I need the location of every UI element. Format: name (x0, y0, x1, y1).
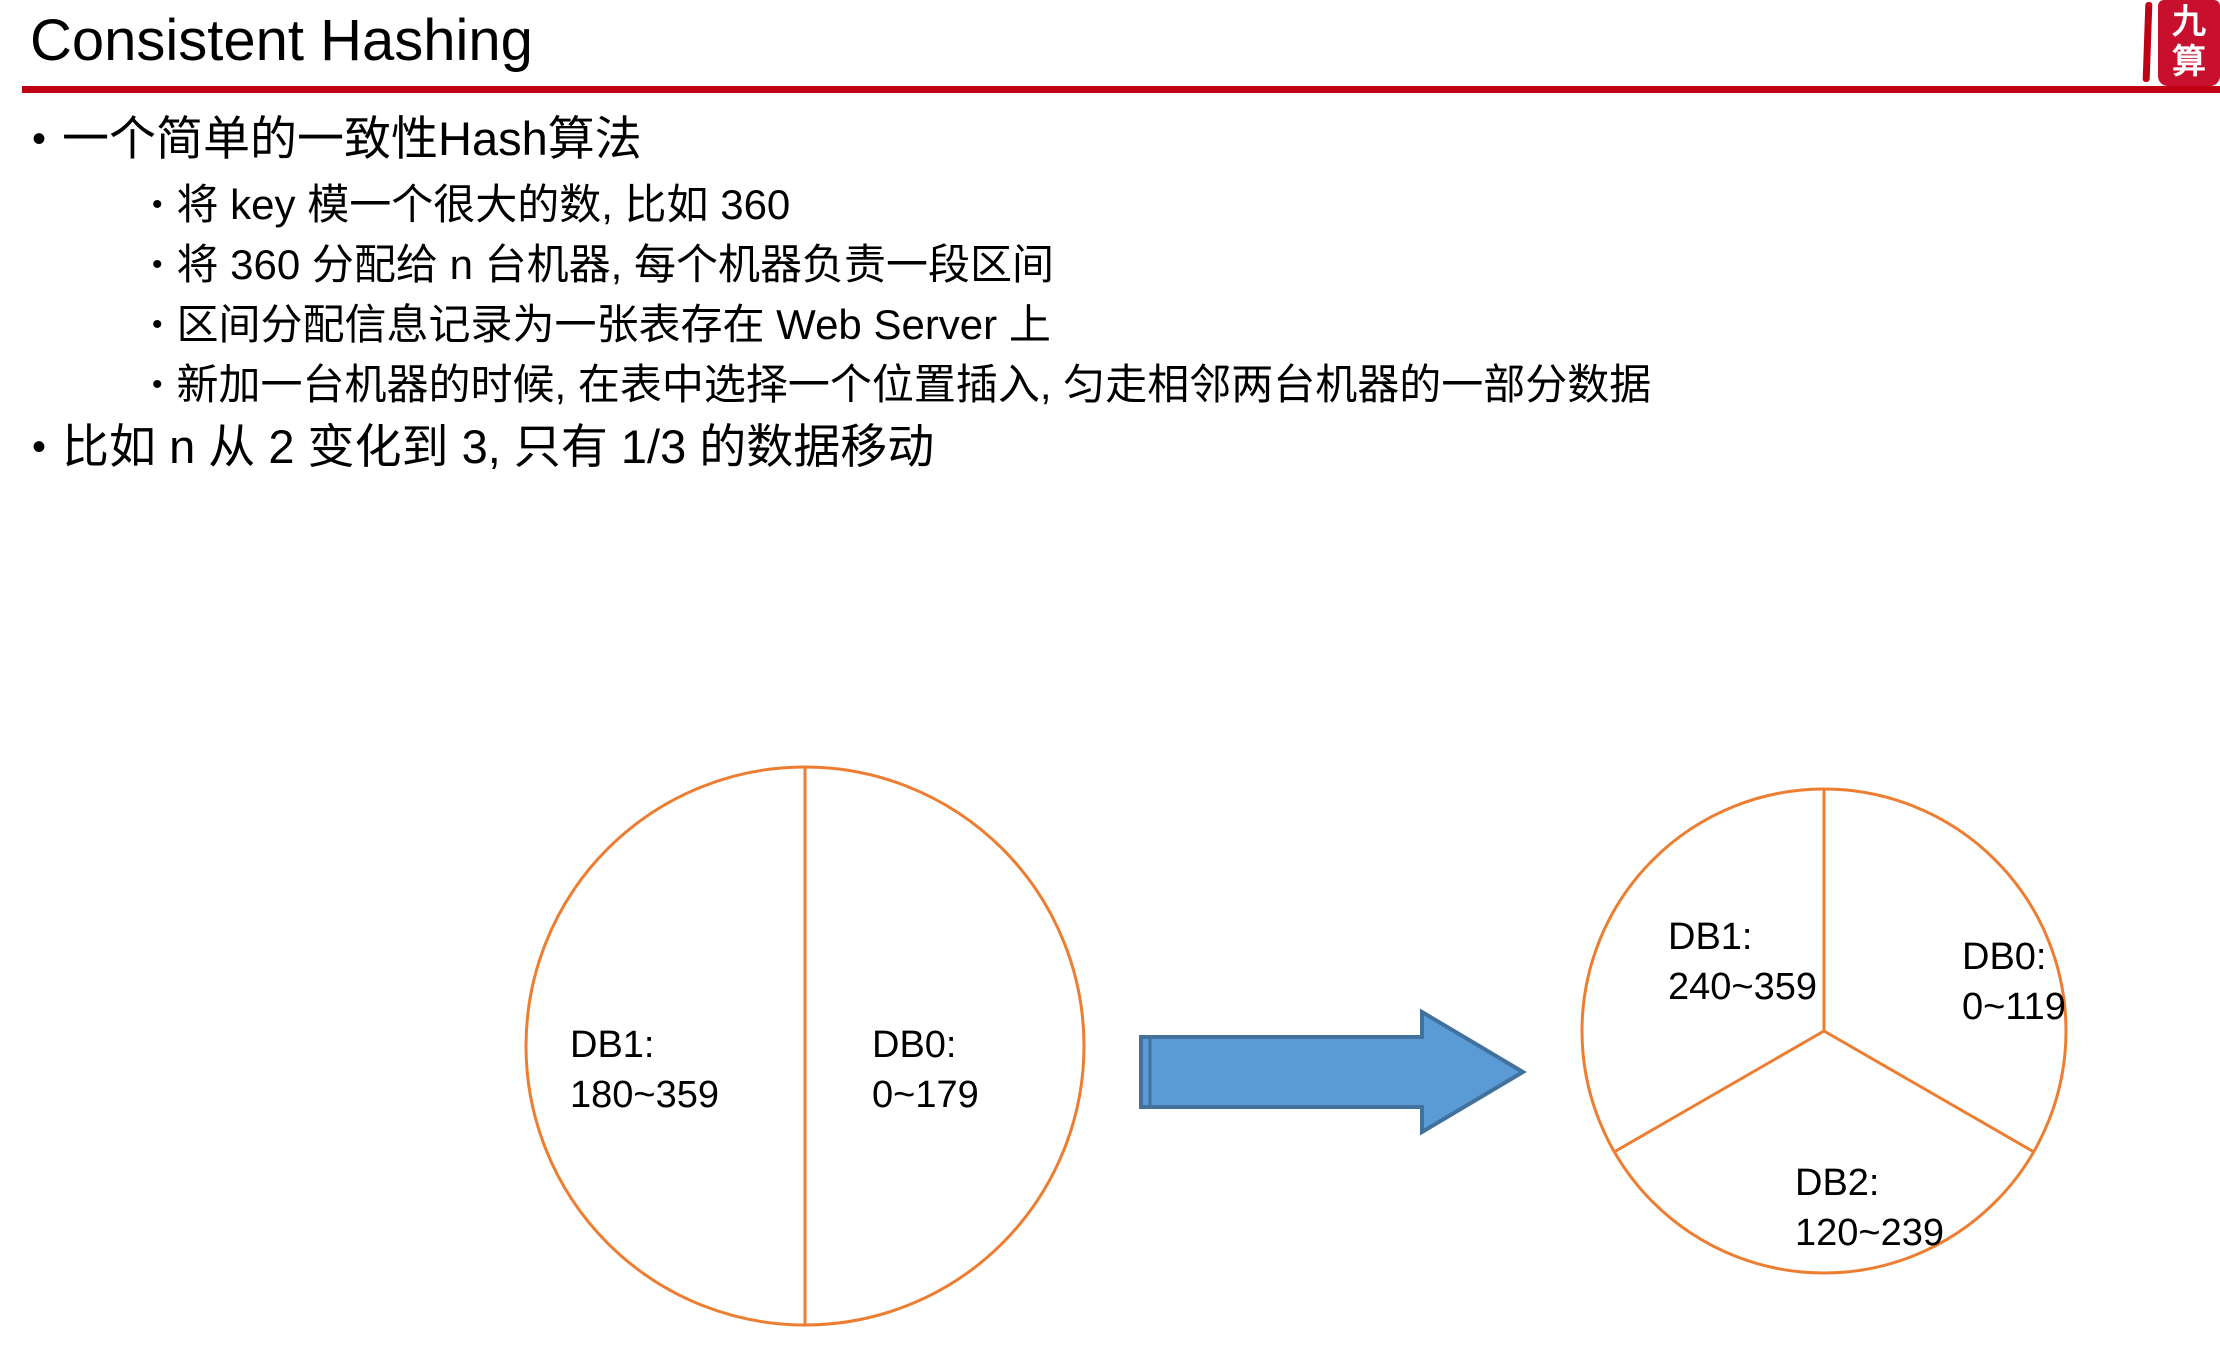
logo-char-bottom: 算 (2172, 42, 2206, 82)
logo-seal-block: 九 算 (2158, 0, 2220, 86)
title-divider-rule (22, 86, 2220, 93)
pie-after-divider-lower-right (1823, 1029, 2035, 1154)
bullet-marker-icon: • (32, 425, 47, 469)
page-title: Consistent Hashing (30, 8, 533, 73)
bullet-text: 新加一台机器的时候, 在表中选择一个位置插入, 匀走相邻两台机器的一部分数据 (176, 361, 1652, 408)
pie-label-range: 180~359 (570, 1074, 719, 1116)
bullet-item: • 区间分配信息记录为一张表存在 Web Server 上 (0, 296, 2200, 354)
pie-label-range: 120~239 (1795, 1212, 1944, 1254)
pie-label-name: DB0: (872, 1024, 957, 1066)
bullet-text: 一个简单的一致性Hash算法 (62, 112, 642, 165)
pie-label-before-db1: DB1: 180~359 (570, 1020, 719, 1120)
pie-after-divider-lower-left (1613, 1029, 1825, 1154)
arrow-body-icon (1139, 1008, 1527, 1136)
bullet-text: 将 360 分配给 n 台机器, 每个机器负责一段区间 (176, 241, 1054, 288)
pie-label-range: 240~359 (1668, 966, 1817, 1008)
bullet-text: 将 key 模一个很大的数, 比如 360 (176, 181, 791, 228)
pie-label-range: 0~179 (872, 1074, 979, 1116)
transition-arrow (1139, 1008, 1527, 1136)
pie-label-after-db0: DB0: 0~119 (1962, 932, 2066, 1032)
pie-label-name: DB2: (1795, 1162, 1880, 1204)
pie-label-name: DB0: (1962, 936, 2047, 978)
bullet-marker-icon: • (32, 117, 47, 161)
brand-logo: 九 算 (2142, 0, 2220, 88)
bullet-text: 区间分配信息记录为一张表存在 Web Server 上 (176, 301, 1051, 348)
bullet-marker-icon: • (152, 248, 163, 281)
pie-label-after-db1: DB1: 240~359 (1668, 912, 1817, 1012)
bullet-item: • 将 key 模一个很大的数, 比如 360 (0, 176, 2200, 234)
bullet-item: • 一个简单的一致性Hash算法 (0, 108, 2200, 170)
pie-label-name: DB1: (1668, 916, 1753, 958)
pie-label-range: 0~119 (1962, 986, 2066, 1028)
logo-char-top: 九 (2172, 2, 2206, 42)
bullet-list: • 一个简单的一致性Hash算法 • 将 key 模一个很大的数, 比如 360… (0, 108, 2200, 484)
bullet-marker-icon: • (152, 188, 163, 221)
bullet-marker-icon: • (152, 308, 163, 341)
bullet-item: • 新加一台机器的时候, 在表中选择一个位置插入, 匀走相邻两台机器的一部分数据 (0, 356, 2200, 414)
bullet-item: • 比如 n 从 2 变化到 3, 只有 1/3 的数据移动 (0, 416, 2200, 478)
pie-label-after-db2: DB2: 120~239 (1795, 1158, 1944, 1258)
pie-label-name: DB1: (570, 1024, 655, 1066)
bullet-text: 比如 n 从 2 变化到 3, 只有 1/3 的数据移动 (62, 420, 935, 473)
pie-label-before-db0: DB0: 0~179 (872, 1020, 979, 1120)
bullet-marker-icon: • (152, 368, 163, 401)
logo-brush-stroke (2142, 2, 2153, 82)
bullet-item: • 将 360 分配给 n 台机器, 每个机器负责一段区间 (0, 236, 2200, 294)
